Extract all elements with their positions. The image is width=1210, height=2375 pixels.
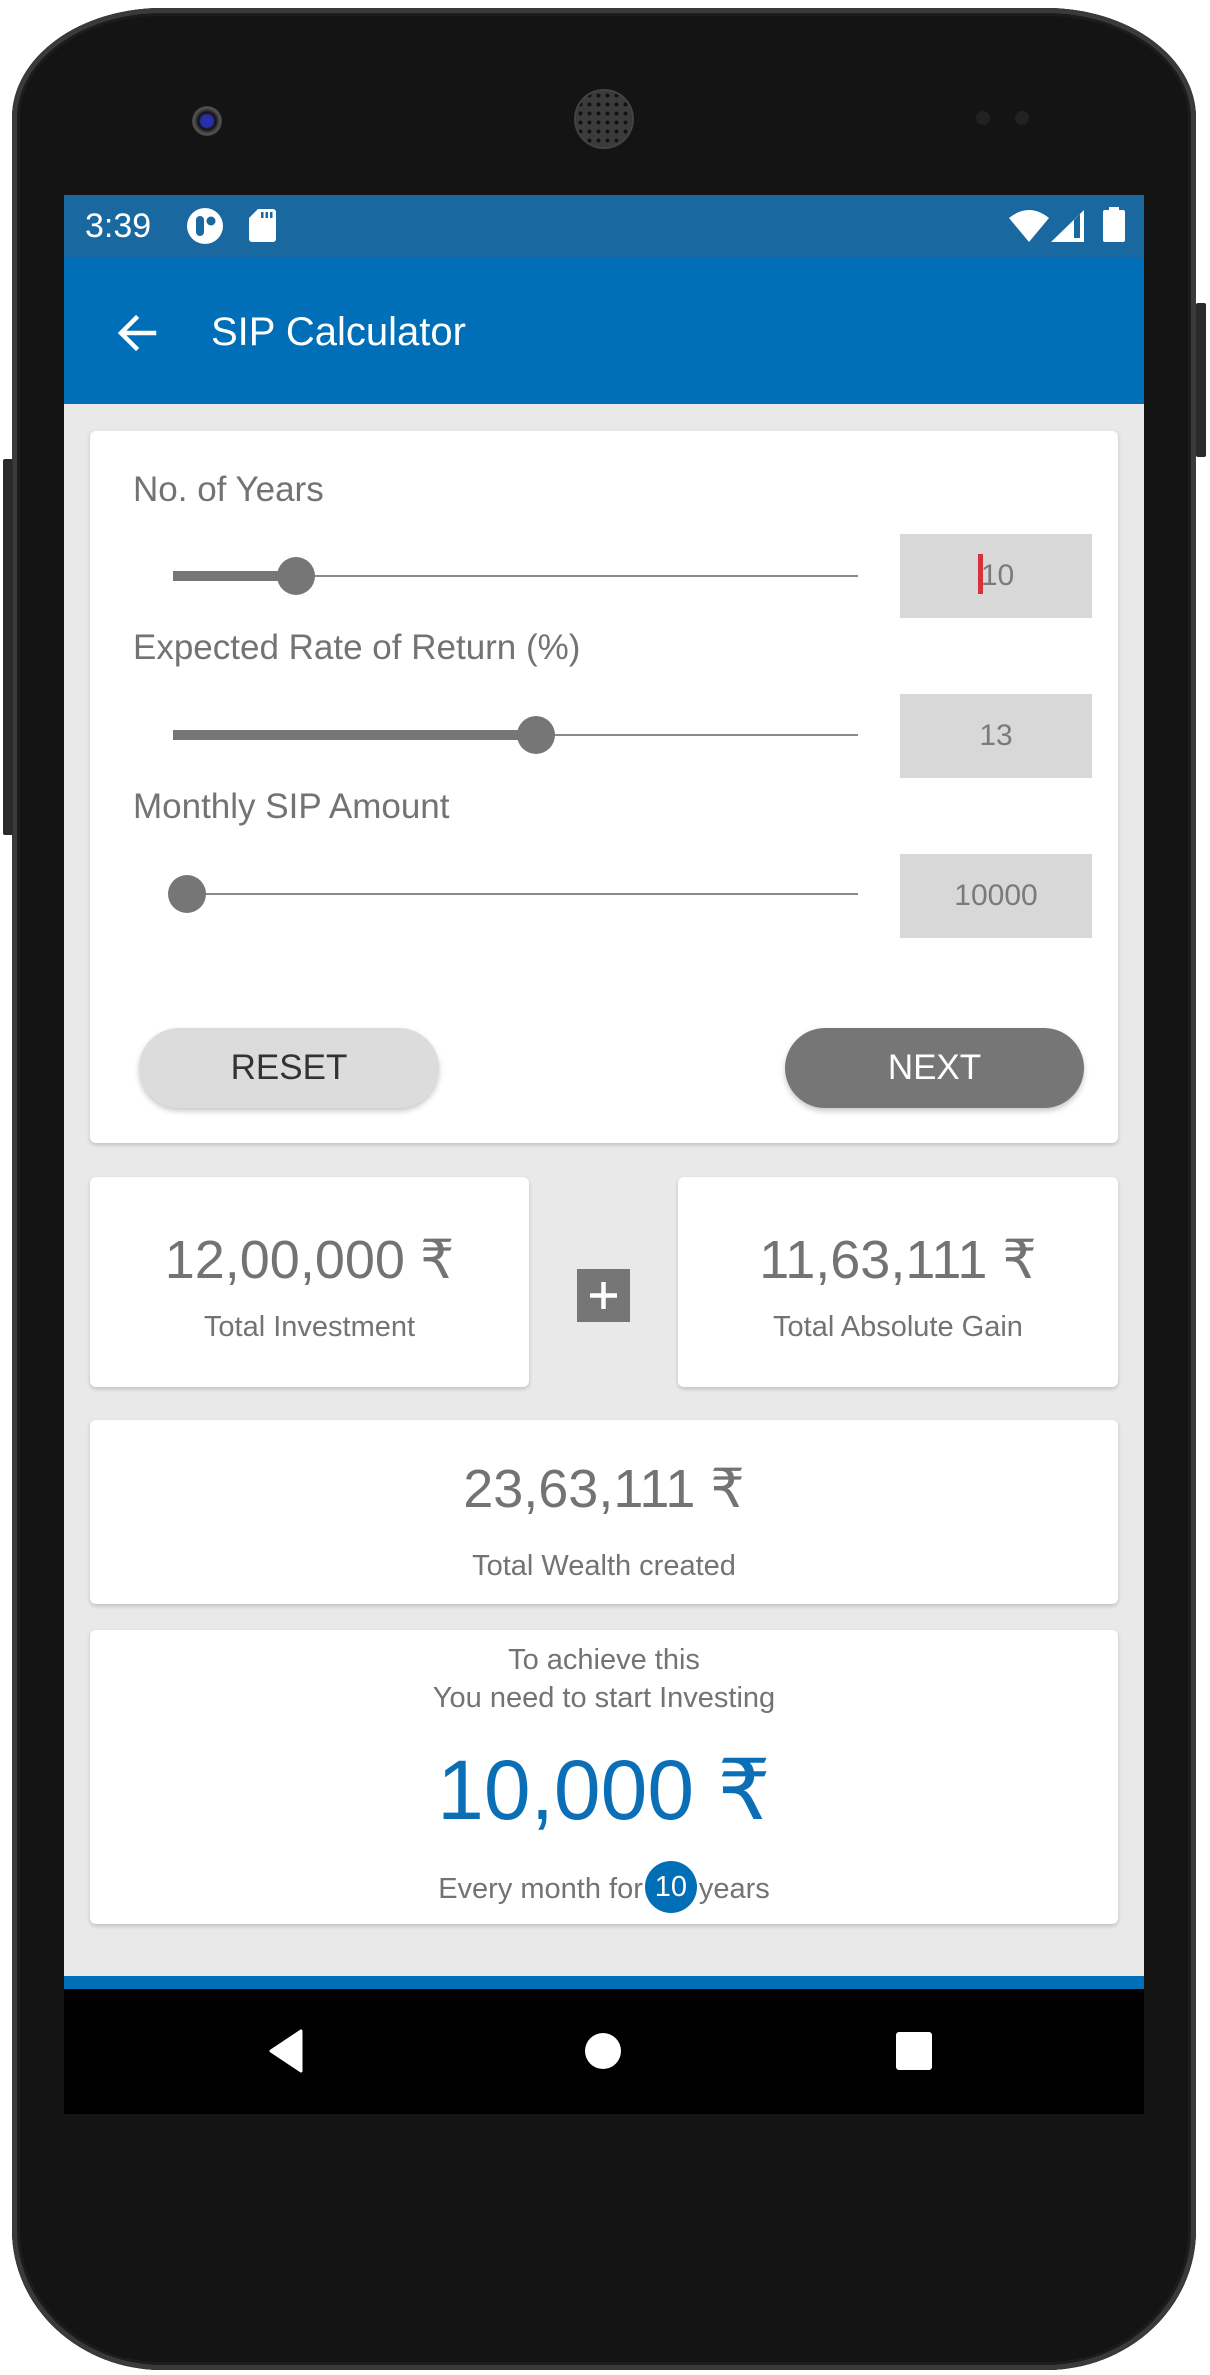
battery-icon: [1103, 207, 1125, 242]
nav-home-button[interactable]: [579, 2027, 627, 2075]
monthly-goal-card: To achieve this You need to start Invest…: [90, 1630, 1118, 1924]
light-sensor: [1015, 111, 1029, 125]
wifi-icon: [1009, 210, 1049, 242]
years-input[interactable]: 10: [900, 534, 1092, 618]
power-button: [1196, 303, 1206, 457]
sd-card-icon: [249, 209, 276, 242]
sip-amount-input[interactable]: 10000: [900, 854, 1092, 938]
slider-thumb[interactable]: [517, 716, 556, 754]
earpiece-speaker: [576, 91, 632, 147]
notification-circle-icon: [187, 208, 223, 244]
years-label: No. of Years: [133, 470, 324, 509]
sip-amount-label: Monthly SIP Amount: [133, 787, 450, 826]
total-wealth-amount: 23,63,111 ₹: [463, 1459, 745, 1519]
rate-label: Expected Rate of Return (%): [133, 628, 581, 667]
sip-amount-slider[interactable]: [167, 874, 858, 914]
proximity-sensor: [976, 111, 990, 125]
goal-duration: Every month for 10 years: [90, 1861, 1118, 1916]
slider-track: [173, 893, 858, 895]
rate-slider[interactable]: [173, 715, 858, 755]
status-bar: 3:39: [64, 195, 1144, 257]
text-cursor: [977, 554, 983, 595]
years-value: 10: [980, 559, 1015, 592]
slider-thumb[interactable]: [167, 875, 206, 913]
app-bar: SIP Calculator: [64, 257, 1144, 404]
accent-strip: [64, 1976, 1144, 1989]
page-title: SIP Calculator: [211, 310, 466, 354]
system-nav-bar: [64, 1989, 1144, 2114]
nav-recents-icon: [896, 2032, 932, 2070]
total-investment-card: 12,00,000 ₹ Total Investment: [90, 1177, 529, 1387]
cell-signal-icon: [1051, 210, 1084, 242]
total-wealth-card: 23,63,111 ₹ Total Wealth created: [90, 1420, 1118, 1604]
volume-button: [3, 459, 13, 835]
arrow-left-icon: [117, 314, 157, 352]
years-badge: 10: [644, 1861, 697, 1914]
total-investment-amount: 12,00,000 ₹: [164, 1230, 455, 1290]
total-gain-card: 11,63,111 ₹ Total Absolute Gain: [678, 1177, 1118, 1387]
nav-back-icon: [269, 2029, 303, 2073]
slider-fill: [173, 730, 537, 740]
total-gain-label: Total Absolute Gain: [773, 1311, 1023, 1343]
nav-back-button[interactable]: [265, 2027, 313, 2075]
sip-inputs-card: No. of Years 10 Expected Rate of Return …: [90, 431, 1118, 1143]
front-camera: [192, 106, 222, 136]
nav-home-icon: [585, 2033, 621, 2069]
goal-prefix: Every month for: [438, 1873, 643, 1905]
total-wealth-label: Total Wealth created: [472, 1550, 736, 1582]
status-time: 3:39: [85, 207, 152, 245]
back-button[interactable]: [110, 305, 166, 361]
next-button[interactable]: NEXT: [785, 1028, 1084, 1108]
total-gain-amount: 11,63,111 ₹: [759, 1230, 1037, 1290]
plus-icon: [577, 1269, 630, 1322]
nav-recents-button[interactable]: [890, 2027, 938, 2075]
rate-input[interactable]: 13: [900, 694, 1092, 778]
slider-thumb[interactable]: [277, 557, 316, 595]
total-investment-label: Total Investment: [203, 1311, 416, 1343]
goal-line-1: To achieve this: [508, 1644, 700, 1676]
screen: 3:39 SIP Calculator No. of Years 10 Expe…: [64, 195, 1144, 2114]
years-slider[interactable]: [173, 556, 858, 596]
reset-button[interactable]: RESET: [139, 1028, 439, 1108]
goal-line-2: You need to start Investing: [432, 1682, 776, 1714]
goal-suffix: years: [698, 1873, 770, 1905]
monthly-amount: 10,000 ₹: [437, 1743, 771, 1837]
